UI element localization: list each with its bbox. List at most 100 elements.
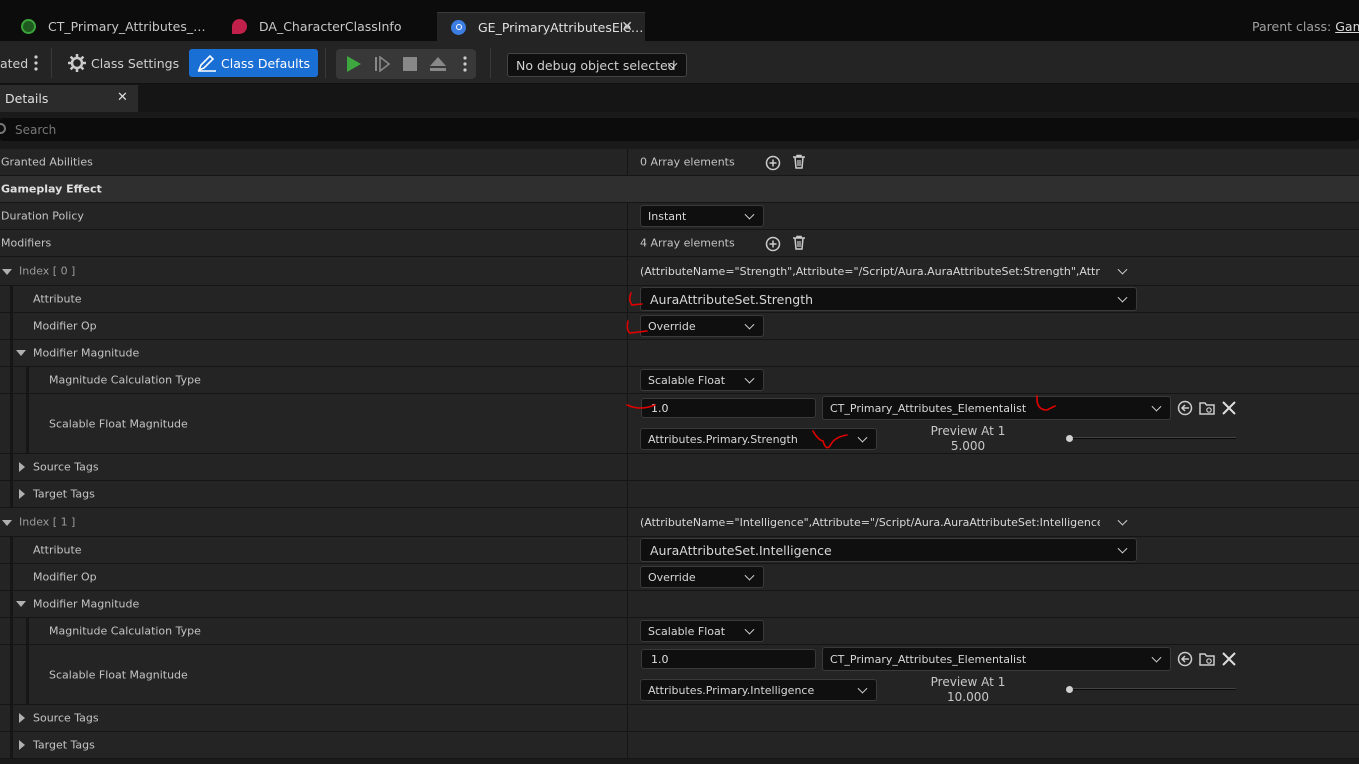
debug-object-select[interactable]: No debug object selected bbox=[507, 53, 687, 77]
chevron-down-icon[interactable] bbox=[1117, 264, 1128, 275]
select-value: Scalable Float bbox=[648, 624, 726, 638]
array-element-index-1[interactable]: Index [ 1 ] (AttributeName="Intelligence… bbox=[0, 508, 1359, 537]
chevron-down-icon bbox=[857, 683, 868, 694]
tab-curve-table[interactable]: CT_Primary_Attributes_… bbox=[7, 12, 217, 41]
use-selected-icon[interactable] bbox=[1177, 400, 1193, 416]
preview-label: Preview At 1 bbox=[930, 424, 1006, 438]
expand-arrow-icon[interactable] bbox=[19, 489, 25, 499]
clear-icon[interactable] bbox=[1221, 400, 1237, 416]
divider bbox=[490, 48, 491, 78]
category-gameplay-effect[interactable]: Gameplay Effect bbox=[0, 176, 1359, 203]
trash-icon[interactable] bbox=[791, 235, 807, 251]
curve-table-select[interactable]: CT_Primary_Attributes_Elementalist bbox=[822, 647, 1171, 671]
tab-data-asset[interactable]: DA_CharacterClassInfo bbox=[218, 12, 433, 41]
trash-icon[interactable] bbox=[791, 154, 807, 170]
compile-status-label[interactable]: ated bbox=[0, 49, 36, 77]
details-tab[interactable]: Details ✕ bbox=[0, 85, 138, 112]
tab-gameplay-effect[interactable]: GE_PrimaryAttributesEle… ✕ bbox=[437, 12, 645, 41]
step-icon[interactable] bbox=[374, 56, 390, 72]
browse-folder-icon[interactable] bbox=[1199, 400, 1215, 416]
eject-icon[interactable] bbox=[430, 56, 446, 72]
property-row-attribute: Attribute AuraAttributeSet.Intelligence bbox=[0, 537, 1359, 564]
property-label: Scalable Float Magnitude bbox=[49, 668, 188, 681]
parent-class-label: Parent class: bbox=[1252, 19, 1332, 34]
chevron-down-icon[interactable] bbox=[1117, 515, 1128, 526]
edit-defaults-icon bbox=[197, 54, 216, 72]
class-settings-button[interactable]: Class Settings bbox=[59, 49, 187, 77]
array-count: 4 Array elements bbox=[640, 236, 735, 250]
magnitude-value-input[interactable]: 1.0 bbox=[641, 649, 816, 669]
parent-class-link[interactable]: Gam bbox=[1335, 19, 1359, 34]
search-input[interactable]: Search bbox=[0, 118, 1359, 141]
expand-arrow-icon[interactable] bbox=[16, 350, 26, 356]
expand-arrow-icon[interactable] bbox=[16, 601, 26, 607]
chevron-down-icon bbox=[1117, 292, 1128, 303]
property-label: Modifier Op bbox=[33, 319, 97, 333]
magnitude-value-input[interactable]: 1.0 bbox=[641, 398, 816, 418]
slider-handle[interactable] bbox=[1066, 435, 1073, 442]
slider-handle[interactable] bbox=[1066, 686, 1073, 693]
property-row-modifier-magnitude[interactable]: Modifier Magnitude bbox=[0, 591, 1359, 618]
expand-arrow-icon[interactable] bbox=[19, 462, 25, 472]
curve-preview: Preview At 1 5.000 bbox=[908, 424, 1028, 454]
property-row-modifier-magnitude[interactable]: Modifier Magnitude bbox=[0, 340, 1359, 367]
property-label: Granted Abilities bbox=[1, 155, 93, 169]
curve-preview: Preview At 1 10.000 bbox=[908, 675, 1028, 705]
use-selected-icon[interactable] bbox=[1177, 651, 1193, 667]
browse-folder-icon[interactable] bbox=[1199, 651, 1215, 667]
calculation-type-select[interactable]: Scalable Float bbox=[640, 620, 764, 642]
modifier-op-select[interactable]: Override bbox=[640, 315, 764, 337]
property-label: Modifier Op bbox=[33, 570, 97, 584]
attribute-select[interactable]: AuraAttributeSet.Intelligence bbox=[640, 538, 1137, 562]
preview-level-slider[interactable] bbox=[1069, 437, 1236, 439]
calculation-type-select[interactable]: Scalable Float bbox=[640, 369, 764, 391]
property-label: Duration Policy bbox=[1, 209, 84, 223]
search-icon bbox=[0, 123, 6, 134]
chevron-down-icon bbox=[1151, 652, 1162, 663]
add-element-icon[interactable] bbox=[765, 236, 781, 252]
array-count: 0 Array elements bbox=[640, 155, 735, 169]
property-label: Target Tags bbox=[33, 487, 95, 501]
property-row-granted-abilities: Granted Abilities 0 Array elements bbox=[0, 149, 1359, 176]
array-element-index-0[interactable]: Index [ 0 ] (AttributeName="Strength",At… bbox=[0, 257, 1359, 286]
property-label: Attribute bbox=[33, 543, 82, 557]
preview-label: Preview At 1 bbox=[930, 675, 1006, 689]
row-name-select[interactable]: Attributes.Primary.Strength bbox=[640, 428, 877, 450]
close-icon[interactable]: ✕ bbox=[117, 90, 128, 105]
select-value: Override bbox=[648, 570, 696, 584]
property-row-target-tags[interactable]: Target Tags bbox=[0, 732, 1359, 759]
select-value: AuraAttributeSet.Intelligence bbox=[650, 542, 832, 558]
stop-icon[interactable] bbox=[402, 56, 418, 72]
more-options-icon[interactable] bbox=[463, 56, 467, 72]
modifier-op-select[interactable]: Override bbox=[640, 566, 764, 588]
preview-level-slider[interactable] bbox=[1069, 688, 1236, 690]
property-label: Modifier Magnitude bbox=[33, 597, 140, 611]
property-row-duration-policy: Duration Policy Instant bbox=[0, 203, 1359, 230]
blueprint-icon bbox=[451, 19, 466, 35]
more-options-icon[interactable] bbox=[34, 55, 38, 71]
compile-status-text: ated bbox=[0, 55, 29, 71]
curve-table-select[interactable]: CT_Primary_Attributes_Elementalist bbox=[822, 396, 1171, 420]
chevron-down-icon bbox=[744, 209, 755, 220]
property-row-target-tags[interactable]: Target Tags bbox=[0, 481, 1359, 508]
category-label: Gameplay Effect bbox=[1, 182, 102, 196]
property-label: Magnitude Calculation Type bbox=[49, 624, 201, 638]
property-row-source-tags[interactable]: Source Tags bbox=[0, 454, 1359, 481]
play-icon[interactable] bbox=[345, 56, 361, 72]
select-value: Instant bbox=[648, 209, 687, 223]
property-row-calculation-type: Magnitude Calculation Type Scalable Floa… bbox=[0, 367, 1359, 394]
class-defaults-button[interactable]: Class Defaults bbox=[189, 49, 319, 77]
expand-arrow-icon[interactable] bbox=[19, 740, 25, 750]
expand-arrow-icon[interactable] bbox=[2, 269, 12, 275]
duration-policy-select[interactable]: Instant bbox=[640, 205, 764, 227]
clear-icon[interactable] bbox=[1221, 651, 1237, 667]
row-name-select[interactable]: Attributes.Primary.Intelligence bbox=[640, 679, 877, 701]
add-element-icon[interactable] bbox=[765, 155, 781, 171]
attribute-select[interactable]: AuraAttributeSet.Strength bbox=[640, 287, 1137, 311]
expand-arrow-icon[interactable] bbox=[2, 520, 12, 526]
close-icon[interactable]: ✕ bbox=[621, 19, 633, 35]
select-value: CT_Primary_Attributes_Elementalist bbox=[830, 652, 1027, 666]
class-settings-label: Class Settings bbox=[91, 55, 180, 71]
property-row-source-tags[interactable]: Source Tags bbox=[0, 705, 1359, 732]
expand-arrow-icon[interactable] bbox=[19, 713, 25, 723]
